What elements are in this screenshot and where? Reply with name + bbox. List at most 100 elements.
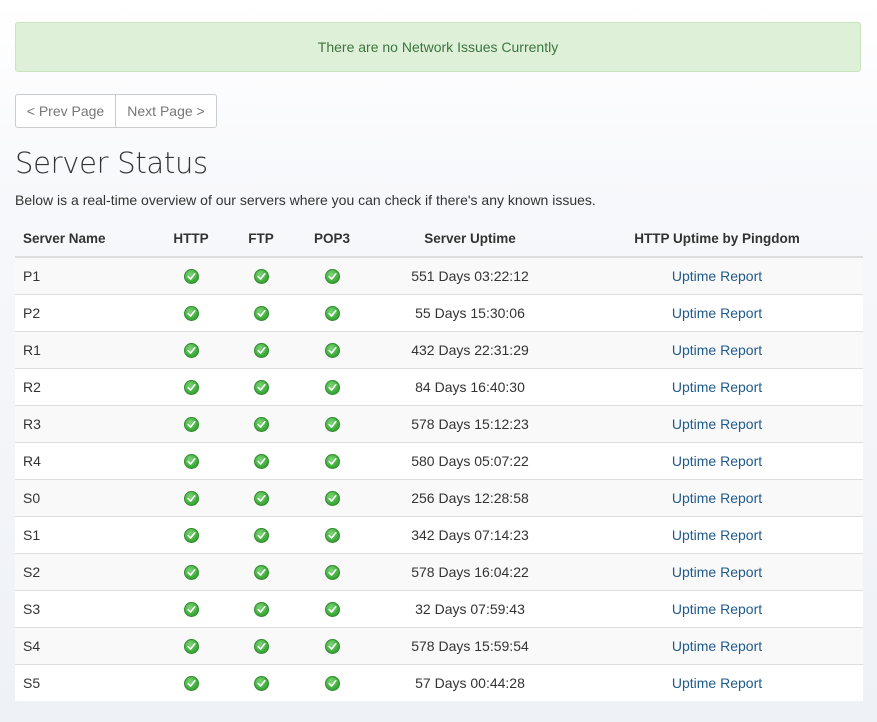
network-status-alert: There are no Network Issues Currently [15, 22, 861, 72]
uptime-report-link[interactable]: Uptime Report [672, 564, 762, 580]
http-status-cell [155, 663, 227, 701]
pop3-status-ok-icon [324, 342, 340, 358]
server-uptime-cell: 551 Days 03:22:12 [369, 256, 571, 294]
table-row: S3 32 Days 07:59:43 Uptime Report [15, 589, 863, 627]
network-status-text: There are no Network Issues Currently [317, 39, 559, 55]
pop3-status-cell [295, 367, 369, 405]
table-row: S5 57 Days 00:44:28 Uptime Report [15, 663, 863, 701]
uptime-report-link[interactable]: Uptime Report [672, 342, 762, 358]
table-row: P2 55 Days 15:30:06 Uptime Report [15, 293, 863, 331]
uptime-report-cell: Uptime Report [571, 478, 863, 516]
http-status-ok-icon [183, 416, 199, 432]
uptime-report-link[interactable]: Uptime Report [672, 675, 762, 691]
table-row: S1 342 Days 07:14:23 Uptime Report [15, 515, 863, 553]
uptime-report-link[interactable]: Uptime Report [672, 601, 762, 617]
ftp-status-cell [227, 515, 295, 553]
uptime-report-cell: Uptime Report [571, 367, 863, 405]
pop3-status-cell [295, 515, 369, 553]
server-rows: P1 551 Days 03:22:12 Uptime Report P2 55 Day… [15, 256, 863, 701]
server-name-cell: P2 [15, 293, 155, 331]
ftp-status-ok-icon [253, 453, 269, 469]
uptime-report-cell: Uptime Report [571, 256, 863, 294]
ftp-status-ok-icon [253, 676, 269, 692]
server-uptime-cell: 578 Days 16:04:22 [369, 552, 571, 590]
ftp-status-cell [227, 404, 295, 442]
server-uptime-cell: 578 Days 15:12:23 [369, 404, 571, 442]
uptime-report-cell: Uptime Report [571, 552, 863, 590]
server-uptime-cell: 256 Days 12:28:58 [369, 478, 571, 516]
http-status-ok-icon [183, 453, 199, 469]
ftp-status-cell [227, 663, 295, 701]
http-status-cell [155, 478, 227, 516]
http-status-cell [155, 404, 227, 442]
uptime-report-cell: Uptime Report [571, 441, 863, 479]
prev-page-button[interactable]: < Prev Page [15, 94, 116, 128]
server-uptime-cell: 32 Days 07:59:43 [369, 589, 571, 627]
pop3-status-ok-icon [324, 676, 340, 692]
uptime-report-link[interactable]: Uptime Report [672, 416, 762, 432]
server-name-cell: R2 [15, 367, 155, 405]
pop3-status-ok-icon [324, 269, 340, 285]
ftp-status-cell [227, 293, 295, 331]
http-status-cell [155, 515, 227, 553]
uptime-report-link[interactable]: Uptime Report [672, 527, 762, 543]
pop3-status-ok-icon [324, 638, 340, 654]
http-status-ok-icon [183, 490, 199, 506]
uptime-report-link[interactable]: Uptime Report [672, 305, 762, 321]
ftp-status-cell [227, 478, 295, 516]
ftp-status-ok-icon [253, 379, 269, 395]
server-uptime-cell: 432 Days 22:31:29 [369, 330, 571, 368]
ftp-status-ok-icon [253, 527, 269, 543]
table-header-row: Server Name HTTP FTP POP3 Server Uptime … [15, 220, 863, 258]
ftp-status-ok-icon [253, 490, 269, 506]
ftp-status-ok-icon [253, 638, 269, 654]
ftp-status-cell [227, 330, 295, 368]
http-status-cell [155, 626, 227, 664]
ftp-status-ok-icon [253, 269, 269, 285]
uptime-report-link[interactable]: Uptime Report [672, 490, 762, 506]
server-name-cell: R3 [15, 404, 155, 442]
http-status-ok-icon [183, 601, 199, 617]
header-http: HTTP [155, 220, 227, 258]
pop3-status-cell [295, 663, 369, 701]
table-row: S0 256 Days 12:28:58 Uptime Report [15, 478, 863, 516]
pop3-status-cell [295, 293, 369, 331]
next-page-button[interactable]: Next Page > [116, 94, 217, 128]
table-row: S4 578 Days 15:59:54 Uptime Report [15, 626, 863, 664]
pop3-status-ok-icon [324, 305, 340, 321]
ftp-status-ok-icon [253, 564, 269, 580]
http-status-ok-icon [183, 676, 199, 692]
uptime-report-cell: Uptime Report [571, 515, 863, 553]
http-status-ok-icon [183, 342, 199, 358]
server-uptime-cell: 580 Days 05:07:22 [369, 441, 571, 479]
server-name-cell: R1 [15, 330, 155, 368]
http-status-ok-icon [183, 638, 199, 654]
ftp-status-ok-icon [253, 305, 269, 321]
uptime-report-cell: Uptime Report [571, 404, 863, 442]
ftp-status-cell [227, 589, 295, 627]
table-row: R1 432 Days 22:31:29 Uptime Report [15, 330, 863, 368]
pop3-status-ok-icon [324, 379, 340, 395]
uptime-report-cell: Uptime Report [571, 330, 863, 368]
pop3-status-cell [295, 404, 369, 442]
server-name-cell: S1 [15, 515, 155, 553]
table-row: S2 578 Days 16:04:22 Uptime Report [15, 552, 863, 590]
http-status-cell [155, 367, 227, 405]
http-status-cell [155, 552, 227, 590]
pop3-status-ok-icon [324, 416, 340, 432]
pop3-status-ok-icon [324, 527, 340, 543]
pop3-status-cell [295, 478, 369, 516]
pop3-status-ok-icon [324, 601, 340, 617]
ftp-status-cell [227, 626, 295, 664]
uptime-report-link[interactable]: Uptime Report [672, 453, 762, 469]
uptime-report-link[interactable]: Uptime Report [672, 268, 762, 284]
http-status-cell [155, 293, 227, 331]
pop3-status-cell [295, 589, 369, 627]
uptime-report-link[interactable]: Uptime Report [672, 638, 762, 654]
pop3-status-ok-icon [324, 453, 340, 469]
uptime-report-link[interactable]: Uptime Report [672, 379, 762, 395]
header-pingdom: HTTP Uptime by Pingdom [571, 220, 863, 258]
server-name-cell: S0 [15, 478, 155, 516]
pop3-status-cell [295, 626, 369, 664]
server-name-cell: P1 [15, 256, 155, 294]
